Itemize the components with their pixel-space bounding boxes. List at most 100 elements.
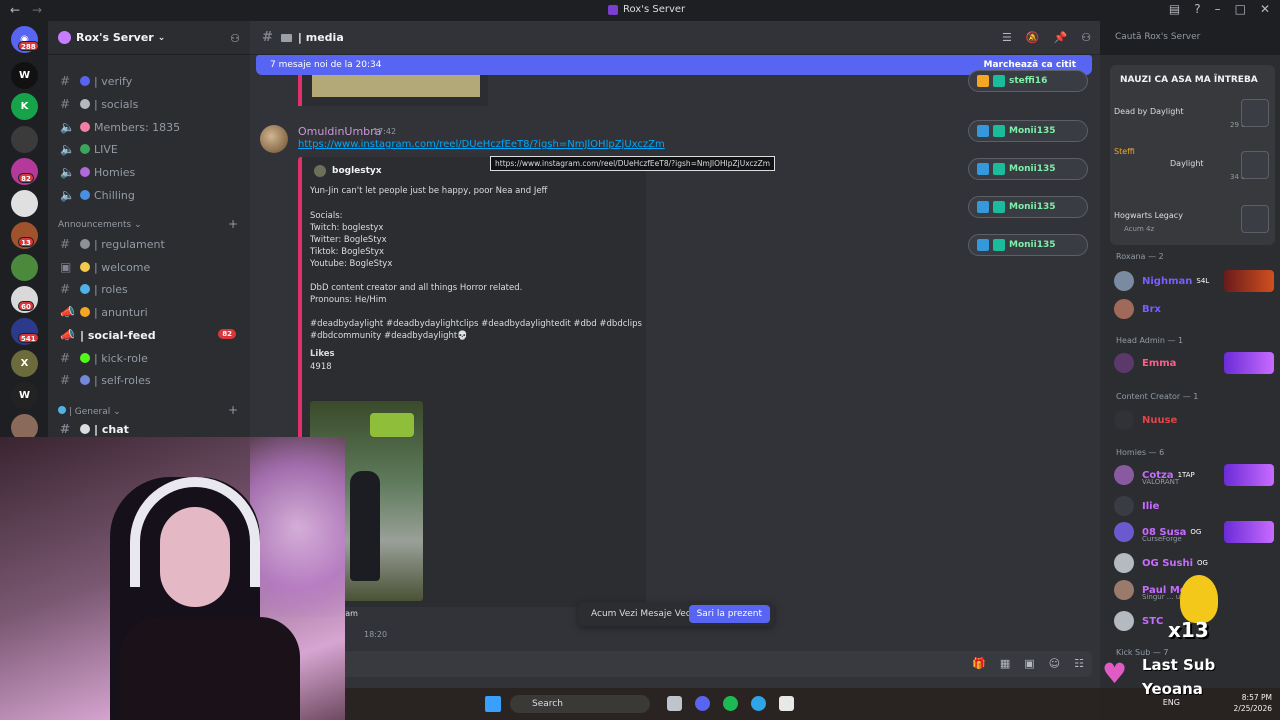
spotify-icon[interactable] [723,696,738,711]
embed-avatar [314,165,326,177]
message-link[interactable]: https://www.instagram.com/reel/DUeHczfEe… [298,139,665,150]
store-icon[interactable] [779,696,794,711]
jump-to-present-bar: Acum Vezi Mesaje Vechi Sari la prezent [578,602,774,626]
server-avatar-icon[interactable] [11,126,38,153]
member-item[interactable]: Nighman S4L [1114,270,1274,292]
new-messages-banner[interactable]: 7 mesaje noi de la 20:34 Marchează ca ci… [256,55,1092,75]
embed-line: Tiktok: BogleStyx [310,247,385,257]
discord-app-icon[interactable] [695,696,710,711]
channel-kick-role[interactable]: # | kick-role [56,348,242,368]
globe-icon [80,375,90,385]
emoji-icon[interactable]: ☺ [1049,657,1060,670]
member-item[interactable]: Brx [1114,298,1274,320]
reaction-user[interactable]: Monii135 [968,196,1088,218]
minimize-button[interactable]: – [1215,2,1221,16]
server-w2g-icon[interactable]: W [11,382,38,409]
server-header[interactable]: Rox's Server ⌄ ⚇ [48,21,250,55]
instagram-embed: boglestyx Yun-Jin can't let people just … [298,157,646,618]
invite-icon[interactable]: ⚇ [230,32,240,45]
message-author[interactable]: OmuldinUmbra [298,125,381,138]
server-badge: 60 [18,301,34,311]
activity-game: Dead by Daylight [1114,107,1184,116]
channel-chilling[interactable]: 🔈 Chilling [56,185,242,205]
mark-read-button[interactable]: Marchează ca citit [984,60,1076,70]
back-arrow-icon[interactable]: ← [10,3,20,17]
server-badge: 82 [18,173,34,183]
member-item[interactable]: Nuuse [1114,409,1274,431]
embed-line: Socials: [310,211,343,221]
server-x-icon[interactable]: X [11,350,38,377]
avatar [1114,410,1134,430]
channel-live[interactable]: 🔈 LIVE [56,139,242,159]
message-composer[interactable]: 🎁 ▦ ▣ ☺ ☷ [256,651,1092,677]
embed-author[interactable]: boglestyx [314,165,382,177]
hash-icon: # [60,74,71,88]
channel-welcome[interactable]: ▣ | welcome [56,257,242,277]
member-tag: S4L [1196,277,1210,285]
member-item[interactable]: Cotza 1TAP VALORANT [1114,464,1274,486]
reaction-user[interactable]: Monii135 [968,234,1088,256]
server-k-icon[interactable]: K [11,93,38,120]
channel-chat[interactable]: # | chat [56,419,242,439]
member-item[interactable]: OG Sushi OG [1114,552,1274,574]
notification-off-icon[interactable]: 🔕 [1026,31,1040,44]
game-icon [1241,151,1269,179]
hash-icon: # [60,422,71,436]
member-item[interactable]: Ilie [1114,495,1274,517]
channel-anunturi[interactable]: 📣 | anunturi [56,302,242,322]
add-channel-icon[interactable]: + [228,403,238,417]
server-badge: 13 [18,237,34,247]
sticker-icon[interactable]: ▣ [1024,657,1034,670]
category-general[interactable]: | General ⌄ [58,406,121,417]
server-white-icon[interactable] [11,190,38,217]
channel-homies[interactable]: 🔈 Homies [56,162,242,182]
channel-regulament[interactable]: # | regulament [56,234,242,254]
book-icon [80,239,90,249]
embed-line: Youtube: BogleStyx [310,259,393,269]
heart-blue-icon [80,190,90,200]
channel-socials[interactable]: # | socials [56,94,242,114]
main-chat: # | media ☰ 🔕 📌 ⚇ Caută Rox's Server 7 m… [250,21,1262,720]
hash-icon: # [60,282,71,296]
help-icon[interactable]: ? [1194,2,1200,16]
add-channel-icon[interactable]: + [228,217,238,231]
server-w-icon[interactable]: W [11,62,38,89]
activity-game: Hogwarts Legacy [1114,211,1183,220]
apps-icon[interactable]: ☷ [1074,657,1084,670]
file-explorer-icon[interactable] [667,696,682,711]
gif-icon[interactable]: ▦ [1000,657,1010,670]
avatar[interactable] [260,125,288,153]
taskbar-search[interactable]: Search [510,695,650,713]
members-icon[interactable]: ⚇ [1081,31,1091,44]
forward-arrow-icon[interactable]: → [32,3,42,17]
maximize-button[interactable]: □ [1235,2,1246,16]
reaction-user[interactable]: Monii135 [968,158,1088,180]
pin-icon[interactable]: 📌 [1054,31,1068,44]
server-green-icon[interactable] [11,254,38,281]
close-button[interactable]: ✕ [1260,2,1270,16]
channel-self-roles[interactable]: # | self-roles [56,370,242,390]
reaction-user[interactable]: steffi16 [968,70,1088,92]
channel-social-feed[interactable]: 📣 | social-feed 82 [56,325,242,345]
search-input[interactable]: Caută Rox's Server [1110,28,1262,46]
last-sub-widget: ♥ Last Sub Yeoana [1100,640,1280,720]
channel-roles[interactable]: # | roles [56,279,242,299]
jump-to-present-button[interactable]: Sari la prezent [688,605,770,623]
gift-icon[interactable]: 🎁 [972,657,986,670]
badge-icon [993,163,1005,175]
edge-icon[interactable] [751,696,766,711]
channel-verify[interactable]: # | verify [56,71,242,91]
inbox-icon[interactable]: ▤ [1169,2,1180,16]
reaction-user[interactable]: Monii135 [968,120,1088,142]
activity-card[interactable]: NAUZI CA ASA MA ÎNTREBA Dead by Daylight… [1110,65,1275,245]
category-announcements[interactable]: Announcements ⌄ [58,220,142,230]
member-item[interactable]: 08 Susa OG CurseForge [1114,521,1274,543]
channel-members[interactable]: 🔈 Members: 1835 [56,117,242,137]
wave-icon [80,262,90,272]
ring-light [250,437,345,617]
windows-start-icon[interactable] [485,696,501,712]
threads-icon[interactable]: ☰ [1002,31,1012,44]
member-item[interactable]: Emma [1114,352,1274,374]
hash-icon: # [262,30,273,45]
avatar [1114,611,1134,631]
